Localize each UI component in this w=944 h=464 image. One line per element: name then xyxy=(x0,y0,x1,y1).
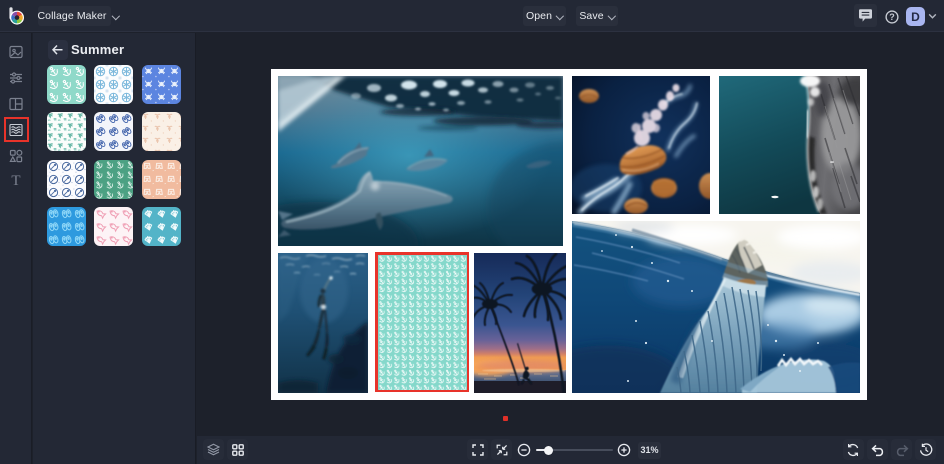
svg-text:?: ? xyxy=(889,12,895,22)
